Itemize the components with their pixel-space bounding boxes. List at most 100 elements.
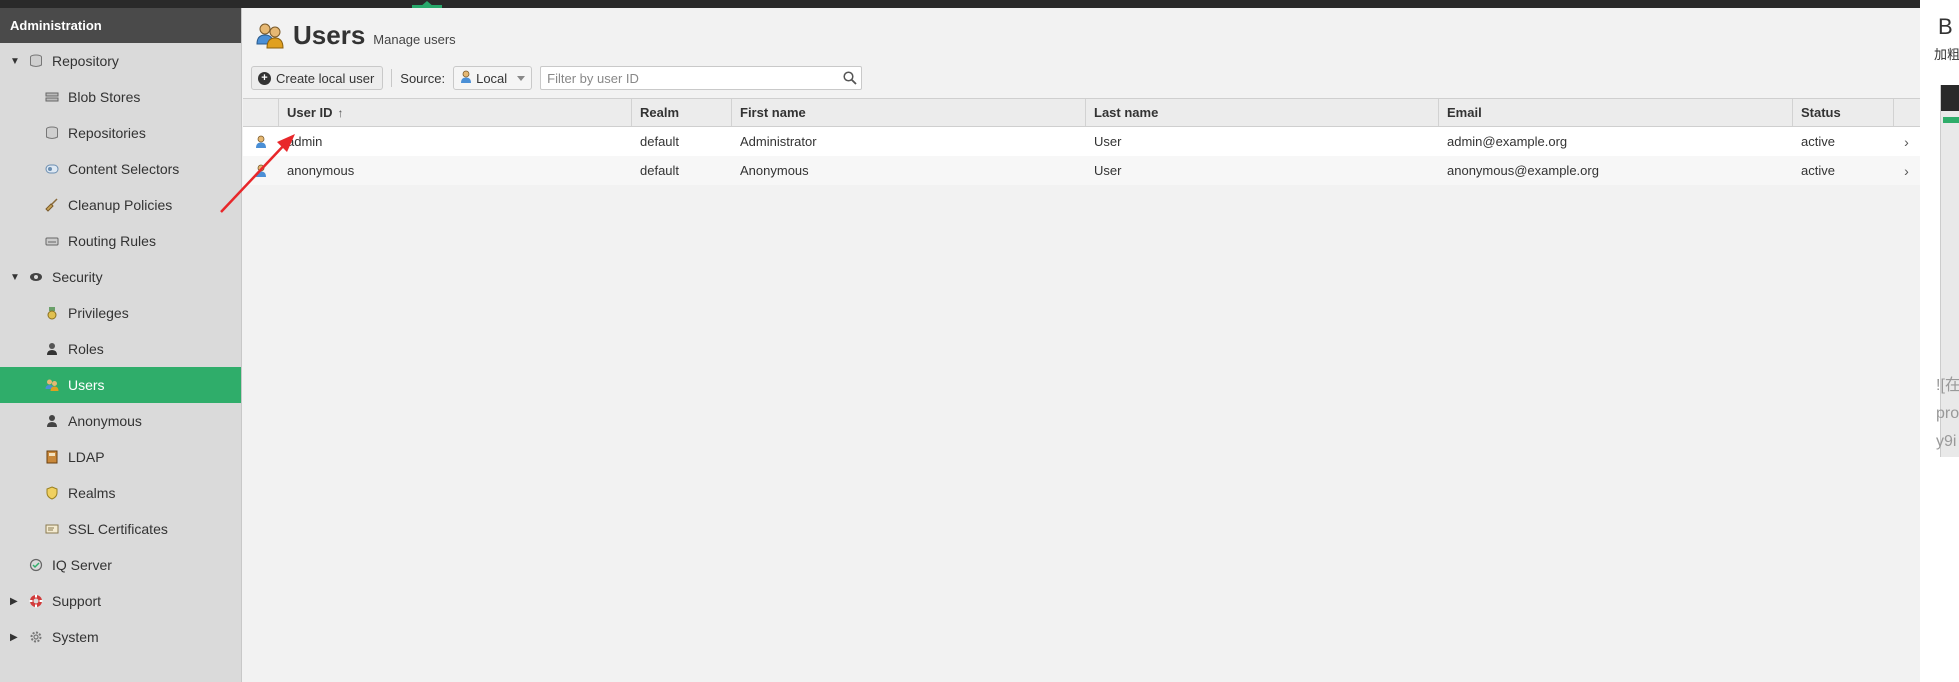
bold-button-text: B xyxy=(1938,14,1953,39)
column-header-user-id[interactable]: User ID ↑ xyxy=(279,99,632,126)
shield-icon xyxy=(44,485,60,501)
caret-right-icon[interactable]: ▶ xyxy=(10,596,22,607)
admin-sidebar: Administration ▼ Repository Blob Stores Rep… xyxy=(0,8,242,682)
truncated-line: pro xyxy=(1936,405,1959,422)
sidebar-item-roles[interactable]: Roles xyxy=(0,331,241,367)
sidebar-item-label: IQ Server xyxy=(52,557,112,573)
top-bar xyxy=(0,0,1920,9)
sidebar-item-system[interactable]: ▶ System xyxy=(0,619,241,655)
cell-status: active xyxy=(1801,134,1835,149)
users-toolbar: + Create local user Source: Local xyxy=(251,66,863,90)
sidebar-nav: ▼ Repository Blob Stores Repositories Conten… xyxy=(0,43,241,655)
sidebar-item-label: Roles xyxy=(68,341,104,357)
book-icon xyxy=(44,449,60,465)
sidebar-item-label: SSL Certificates xyxy=(68,521,168,537)
certificate-icon xyxy=(44,521,60,537)
truncated-text-lines: ![在 pro y9i xyxy=(1936,372,1959,456)
main-panel: Users Manage users + Create local user S… xyxy=(243,8,1920,682)
cell-last-name: User xyxy=(1094,134,1122,149)
cell-realm: default xyxy=(640,163,680,178)
cell-realm: default xyxy=(640,134,680,149)
caret-down-icon[interactable]: ▼ xyxy=(10,272,22,283)
role-icon xyxy=(44,341,60,357)
column-header-realm[interactable]: Realm xyxy=(632,99,732,126)
sidebar-item-label: System xyxy=(52,629,99,645)
column-header-label: Realm xyxy=(640,105,680,120)
source-label: Source: xyxy=(400,70,446,86)
page-subtitle: Manage users xyxy=(373,32,456,47)
table-row[interactable]: admin default Administrator User admin@e… xyxy=(243,127,1920,156)
sidebar-item-blob-stores[interactable]: Blob Stores xyxy=(0,79,241,115)
eye-icon xyxy=(28,269,44,285)
users-icon xyxy=(44,377,60,393)
cell-status: active xyxy=(1801,163,1835,178)
anonymous-user-icon xyxy=(44,413,60,429)
sidebar-item-repository[interactable]: ▼ Repository xyxy=(0,43,241,79)
sidebar-item-label: Repositories xyxy=(68,125,146,141)
sidebar-item-iq-server[interactable]: ▶IQ Server xyxy=(0,547,241,583)
sidebar-item-realms[interactable]: Realms xyxy=(0,475,241,511)
broom-icon xyxy=(44,197,60,213)
table-row[interactable]: anonymous default Anonymous User anonymo… xyxy=(243,156,1920,185)
page-header: Users Manage users xyxy=(255,20,456,50)
sidebar-item-label: Support xyxy=(52,593,102,609)
bold-label-text: 加粗 xyxy=(1934,47,1959,62)
cell-last-name: User xyxy=(1094,163,1122,178)
blob-store-icon xyxy=(44,89,60,105)
sidebar-item-ldap[interactable]: LDAP xyxy=(0,439,241,475)
sort-ascending-icon: ↑ xyxy=(337,105,344,120)
active-menu-pointer xyxy=(420,1,434,7)
cell-email: anonymous@example.org xyxy=(1447,163,1599,178)
chevron-right-icon[interactable]: › xyxy=(1894,127,1920,156)
database-icon xyxy=(44,125,60,141)
sidebar-item-label: Security xyxy=(52,269,103,285)
source-select[interactable]: Local xyxy=(453,66,533,90)
database-icon xyxy=(28,53,44,69)
sidebar-item-label: Repository xyxy=(52,53,119,69)
sidebar-item-label: Content Selectors xyxy=(68,161,180,177)
sidebar-header: Administration xyxy=(0,8,241,43)
sidebar-item-routing-rules[interactable]: Routing Rules xyxy=(0,223,241,259)
column-header-label: Last name xyxy=(1094,105,1159,120)
caret-right-icon[interactable]: ▶ xyxy=(10,632,22,643)
search-icon[interactable] xyxy=(839,67,861,89)
cell-first-name: Anonymous xyxy=(740,163,809,178)
sidebar-item-label: Blob Stores xyxy=(68,89,141,105)
column-header-email[interactable]: Email xyxy=(1439,99,1793,126)
cell-first-name: Administrator xyxy=(740,134,817,149)
column-header-last-name[interactable]: Last name xyxy=(1086,99,1439,126)
sidebar-item-label: Anonymous xyxy=(68,413,142,429)
thumbnail-header xyxy=(1941,85,1959,111)
adjacent-window-strip: B 加粗 ![在 pro y9i xyxy=(1920,0,1959,682)
gear-icon xyxy=(28,629,44,645)
filter-user-id-input[interactable] xyxy=(541,67,840,89)
user-icon xyxy=(243,127,279,156)
sidebar-item-users[interactable]: Users xyxy=(0,367,241,403)
caret-down-icon[interactable]: ▼ xyxy=(10,56,22,67)
column-header-first-name[interactable]: First name xyxy=(732,99,1086,126)
sidebar-item-label: Privileges xyxy=(68,305,129,321)
sidebar-item-privileges[interactable]: Privileges xyxy=(0,295,241,331)
sidebar-item-label: Cleanup Policies xyxy=(68,197,173,213)
sidebar-item-repositories[interactable]: Repositories xyxy=(0,115,241,151)
icon-column-header xyxy=(243,99,279,126)
sidebar-item-anonymous[interactable]: Anonymous xyxy=(0,403,241,439)
sidebar-item-label: Users xyxy=(68,377,105,393)
user-icon xyxy=(243,156,279,185)
page-title: Users xyxy=(293,20,366,50)
sidebar-item-security[interactable]: ▼ Security xyxy=(0,259,241,295)
sidebar-item-cleanup-policies[interactable]: Cleanup Policies xyxy=(0,187,241,223)
iq-server-icon xyxy=(28,557,44,573)
column-header-status[interactable]: Status xyxy=(1793,99,1894,126)
truncated-line: y9i xyxy=(1936,433,1957,450)
sidebar-item-label: LDAP xyxy=(68,449,105,465)
sidebar-item-ssl-certificates[interactable]: SSL Certificates xyxy=(0,511,241,547)
chevron-right-icon[interactable]: › xyxy=(1894,156,1920,185)
sidebar-item-content-selectors[interactable]: Content Selectors xyxy=(0,151,241,187)
sidebar-item-label: Realms xyxy=(68,485,116,501)
column-header-label: Status xyxy=(1801,105,1841,120)
create-local-user-button[interactable]: + Create local user xyxy=(251,66,384,90)
thumbnail-highlight xyxy=(1943,117,1959,123)
users-grid: User ID ↑ Realm First name Last name Ema… xyxy=(243,98,1920,185)
sidebar-item-support[interactable]: ▶ Support xyxy=(0,583,241,619)
